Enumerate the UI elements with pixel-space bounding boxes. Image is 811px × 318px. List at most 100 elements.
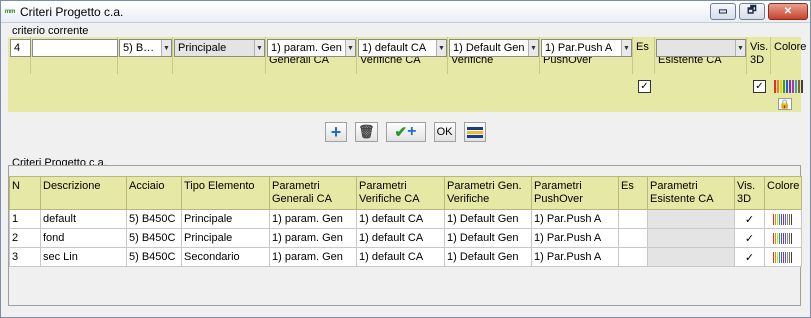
cell-descrizione: default (40, 209, 127, 229)
cell-colore (763, 209, 803, 229)
cell-tipo: Principale (181, 209, 270, 229)
table-row[interactable]: 2 fond 5) B450C Principale 1) param. Gen… (9, 228, 803, 248)
cell-es (618, 209, 648, 229)
confirm-add-button[interactable]: ✔ + (385, 122, 426, 142)
col-header-par-gen[interactable]: Parametri Generali CA (269, 176, 357, 210)
cell-par-gen-ver: 1) Default Gen (444, 209, 532, 229)
restore-button[interactable]: 🗗 (739, 3, 765, 20)
col-header-n[interactable]: N (9, 176, 41, 210)
color-bar (781, 213, 783, 225)
cell-n: 3 (9, 247, 41, 267)
color-bar (783, 213, 785, 225)
cell-es (618, 228, 648, 248)
cell-par-gen: 1) param. Gen (269, 228, 357, 248)
col-header-vis3d[interactable]: Vis. 3D (734, 176, 765, 210)
delete-button[interactable]: 🗑 (355, 122, 378, 142)
current-par-gen-select[interactable]: 1) param. Gen ▼ (267, 39, 356, 57)
color-bar (775, 251, 777, 263)
color-bar (777, 213, 779, 225)
color-bar (791, 251, 793, 263)
cell-pushover: 1) Par.Push A (531, 247, 619, 267)
list-view-button[interactable] (463, 122, 486, 142)
color-bar (779, 251, 781, 263)
current-pushover-select[interactable]: 1) Par.Push A ▼ (541, 39, 632, 57)
cell-par-ver: 1) default CA (356, 228, 445, 248)
current-vis3d-checkbox[interactable]: ✓ (753, 80, 766, 93)
lines-icon-bar (466, 130, 483, 134)
lock-icon[interactable]: 🔒 (778, 98, 792, 110)
table-row[interactable]: 3 sec Lin 5) B450C Secondario 1) param. … (9, 247, 803, 267)
color-bar (777, 80, 779, 93)
cell-par-ver: 1) default CA (356, 209, 445, 229)
par-gen-ver-value: 1) Default Gen (453, 42, 525, 54)
color-bar (789, 213, 791, 225)
check-icon: ✔ (394, 124, 408, 141)
current-n-field[interactable]: 4 (10, 39, 31, 57)
cell-par-esist (647, 228, 735, 248)
col-header-tipo[interactable]: Tipo Elemento (181, 176, 270, 210)
current-acciaio-select[interactable]: 5) B… ▼ (119, 39, 172, 57)
criteria-table: N Descrizione Acciaio Tipo Elemento Para… (9, 176, 803, 267)
current-tipo-select[interactable]: Principale ▼ (174, 39, 265, 57)
color-bar (775, 232, 777, 244)
cell-par-gen-ver: 1) Default Gen (444, 247, 532, 267)
color-bar (783, 80, 785, 93)
chevron-down-icon: ▼ (161, 40, 171, 56)
color-bar (801, 80, 803, 93)
chevron-down-icon: ▼ (436, 40, 446, 56)
title-bar[interactable]: ᵐᵐ Criteri Progetto c.a. ▭ 🗗 ✕ (1, 1, 810, 23)
lines-icon-bar (466, 134, 483, 138)
header-colore: Colore (774, 41, 807, 53)
col-header-es[interactable]: Es (618, 176, 648, 210)
color-bar (789, 80, 791, 93)
col-header-descrizione[interactable]: Descrizione (40, 176, 127, 210)
ok-button[interactable]: OK (433, 122, 456, 142)
col-header-acciaio[interactable]: Acciaio (126, 176, 182, 210)
plus-icon: + (407, 123, 417, 140)
current-par-gen-ver-select[interactable]: 1) Default Gen ▼ (449, 39, 539, 57)
minimize-button[interactable]: ▭ (710, 3, 736, 20)
color-bar (789, 251, 791, 263)
color-bar (773, 232, 775, 244)
cell-par-esist (647, 209, 735, 229)
color-bar (787, 232, 789, 244)
cell-descrizione: sec Lin (40, 247, 127, 267)
col-header-par-ver[interactable]: Parametri Verifiche CA (356, 176, 445, 210)
color-bar (798, 80, 800, 93)
current-par-esist-select[interactable]: ▼ (656, 39, 746, 57)
color-bar (791, 213, 793, 225)
color-bar (777, 251, 779, 263)
cell-par-esist (647, 247, 735, 267)
current-es-checkbox[interactable]: ✓ (638, 80, 651, 93)
color-bar (773, 251, 775, 263)
table-row[interactable]: 1 default 5) B450C Principale 1) param. … (9, 209, 803, 229)
color-bar (789, 232, 791, 244)
par-ver-value: 1) default CA (362, 42, 427, 54)
cell-vis3d: ✓ (734, 228, 765, 248)
current-par-ver-select[interactable]: 1) default CA ▼ (358, 39, 447, 57)
color-bar (779, 213, 781, 225)
cell-par-gen: 1) param. Gen (269, 247, 357, 267)
action-toolbar: + 🗑 ✔ + OK (325, 121, 486, 143)
add-button[interactable]: + (325, 122, 347, 142)
current-criterion-label: criterio corrente (12, 25, 89, 37)
current-color-swatch[interactable] (774, 80, 804, 93)
tipo-value: Principale (178, 42, 227, 54)
cell-tipo: Secondario (181, 247, 270, 267)
current-descrizione-input[interactable] (32, 39, 118, 57)
color-bar (787, 251, 789, 263)
color-bar (786, 80, 788, 93)
color-swatch (773, 232, 793, 244)
col-header-par-gen-ver[interactable]: Parametri Gen. Verifiche (444, 176, 532, 210)
cell-n: 1 (9, 209, 41, 229)
chevron-down-icon: ▼ (345, 40, 355, 56)
close-button[interactable]: ✕ (768, 3, 808, 20)
color-bar (779, 232, 781, 244)
col-header-colore[interactable]: Colore (763, 176, 803, 210)
cell-acciaio: 5) B450C (126, 209, 182, 229)
table-header-row: N Descrizione Acciaio Tipo Elemento Para… (9, 176, 803, 210)
col-header-pushover[interactable]: Parametri PushOver (531, 176, 619, 210)
cell-vis3d: ✓ (734, 247, 765, 267)
color-bar (781, 232, 783, 244)
col-header-par-esist[interactable]: Parametri Esistente CA (647, 176, 735, 210)
